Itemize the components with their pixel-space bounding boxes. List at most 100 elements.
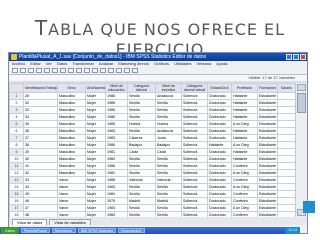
- table-cell[interactable]: Mujer: [85, 120, 106, 128]
- table-cell[interactable]: 1981: [105, 169, 128, 177]
- table-cell[interactable]: Mujer: [85, 141, 106, 149]
- column-header[interactable]: Categoría laboral: [127, 83, 156, 93]
- table-cell[interactable]: A un Dieg: [231, 169, 258, 177]
- table-cell[interactable]: Soltero/a: [181, 120, 208, 128]
- table-cell[interactable]: Sevilla: [127, 169, 156, 177]
- goto-case-icon[interactable]: [60, 68, 66, 73]
- scroll-up-icon[interactable]: [297, 84, 306, 91]
- column-header[interactable]: AñoNacimiento: [85, 83, 106, 93]
- save-icon[interactable]: [20, 68, 26, 73]
- table-cell[interactable]: Mujer: [85, 134, 106, 142]
- table-cell[interactable]: Conferen: [231, 197, 258, 205]
- table-cell[interactable]: Hablante: [231, 106, 258, 114]
- row-number[interactable]: 2: [9, 99, 24, 107]
- table-cell[interactable]: Masculino: [57, 162, 86, 170]
- table-cell[interactable]: 1983: [105, 127, 128, 135]
- table-cell[interactable]: 34: [23, 113, 58, 121]
- table-cell[interactable]: Soltero/a: [181, 204, 208, 212]
- table-cell[interactable]: Soltero/a: [181, 148, 208, 156]
- table-cell[interactable]: Sevilla: [155, 183, 182, 191]
- row-number[interactable]: 17: [9, 204, 24, 212]
- table-cell[interactable]: Cádiz: [127, 148, 156, 156]
- menu-item[interactable]: Utilidades: [174, 61, 192, 67]
- table-cell[interactable]: 1984: [105, 155, 128, 163]
- table-cell[interactable]: Sevilla: [127, 162, 156, 170]
- row-number[interactable]: 5: [9, 120, 24, 128]
- table-cell[interactable]: Sevilla: [155, 113, 182, 121]
- find-icon[interactable]: [84, 68, 90, 73]
- table-cell[interactable]: Masculino: [57, 141, 86, 149]
- taskbar-item[interactable]: Resultado1: [51, 228, 76, 233]
- table-cell[interactable]: Soltero/a: [181, 190, 208, 198]
- table-cell[interactable]: 44: [23, 183, 58, 191]
- table-cell[interactable]: Andalucía: [155, 92, 182, 100]
- table-cell[interactable]: [277, 106, 295, 114]
- table-cell[interactable]: Masculino: [57, 92, 86, 100]
- table-cell[interactable]: Estudiante: [257, 197, 278, 205]
- start-button[interactable]: Inicio: [1, 227, 19, 234]
- table-cell[interactable]: Soltero/a: [181, 92, 208, 100]
- table-cell[interactable]: Mujer: [85, 183, 106, 191]
- table-cell[interactable]: Cáceres: [127, 134, 156, 142]
- table-cell[interactable]: Doctorado: [207, 183, 232, 191]
- insert-cases-icon[interactable]: [92, 68, 98, 73]
- table-cell[interactable]: Badajoz: [155, 141, 182, 149]
- table-cell[interactable]: Doctorado: [207, 113, 232, 121]
- table-cell[interactable]: Doctorado: [207, 197, 232, 205]
- table-cell[interactable]: Mujer: [85, 204, 106, 212]
- table-cell[interactable]: [277, 113, 295, 121]
- table-cell[interactable]: 43: [23, 176, 58, 184]
- table-cell[interactable]: Doctorado: [207, 148, 232, 156]
- table-cell[interactable]: 1983: [105, 183, 128, 191]
- table-cell[interactable]: [277, 120, 295, 128]
- table-cell[interactable]: Mujer: [85, 99, 106, 107]
- table-cell[interactable]: Doctorado: [207, 176, 232, 184]
- table-cell[interactable]: 1988: [105, 176, 128, 184]
- table-cell[interactable]: Soltero/a: [181, 141, 208, 149]
- table-cell[interactable]: Hablante: [207, 141, 232, 149]
- table-cell[interactable]: Masculino: [57, 169, 86, 177]
- table-cell[interactable]: Mujer: [85, 197, 106, 205]
- table-cell[interactable]: Soltero/a: [181, 169, 208, 177]
- table-cell[interactable]: 1988: [105, 92, 128, 100]
- vertical-scrollbar[interactable]: [295, 83, 307, 217]
- column-header[interactable]: Nivel de estudios: [155, 83, 182, 93]
- table-cell[interactable]: 38: [23, 141, 58, 149]
- menu-item[interactable]: Editar: [30, 61, 40, 67]
- table-cell[interactable]: Mujer: [85, 190, 106, 198]
- table-cell[interactable]: Badajoz: [127, 141, 156, 149]
- menu-item[interactable]: Transformar: [72, 61, 94, 67]
- column-header[interactable]: EstadoCivil: [207, 83, 232, 93]
- table-cell[interactable]: Soltero/a: [181, 127, 208, 135]
- row-number[interactable]: 7: [9, 134, 24, 142]
- table-cell[interactable]: Mujer: [85, 92, 106, 100]
- value-labels-icon[interactable]: [132, 68, 138, 73]
- table-cell[interactable]: Sevilla: [127, 204, 156, 212]
- table-cell[interactable]: Masculino: [57, 99, 86, 107]
- table-cell[interactable]: [277, 190, 295, 198]
- table-cell[interactable]: 1986: [105, 113, 128, 121]
- row-number[interactable]: 13: [9, 176, 24, 184]
- table-cell[interactable]: [277, 169, 295, 177]
- menu-item[interactable]: Ver: [46, 61, 52, 67]
- table-cell[interactable]: Mujer: [85, 176, 106, 184]
- table-cell[interactable]: Hablante: [231, 134, 258, 142]
- table-cell[interactable]: Sevilla: [155, 204, 182, 212]
- column-header[interactable]: Categoría laboral actual: [181, 83, 208, 93]
- table-cell[interactable]: Sevilla: [155, 169, 182, 177]
- taskbar-item[interactable]: PlantillaPlusat: [21, 228, 50, 233]
- menu-item[interactable]: Datos: [57, 61, 67, 67]
- column-header[interactable]: Formación: [257, 83, 278, 93]
- table-cell[interactable]: Sevilla: [127, 92, 156, 100]
- menu-item[interactable]: Analizar: [99, 61, 113, 67]
- table-cell[interactable]: A un Dieg: [231, 204, 258, 212]
- menu-item[interactable]: Archivo: [12, 61, 25, 67]
- table-cell[interactable]: 33: [23, 106, 58, 114]
- table-cell[interactable]: Soltero/a: [181, 176, 208, 184]
- column-header[interactable]: Nivel de educación: [105, 83, 128, 93]
- open-icon[interactable]: [12, 68, 18, 73]
- table-cell[interactable]: Sevilla: [127, 127, 156, 135]
- table-cell[interactable]: Huelva: [127, 120, 156, 128]
- redo-icon[interactable]: [52, 68, 58, 73]
- table-cell[interactable]: Estudiante: [257, 120, 278, 128]
